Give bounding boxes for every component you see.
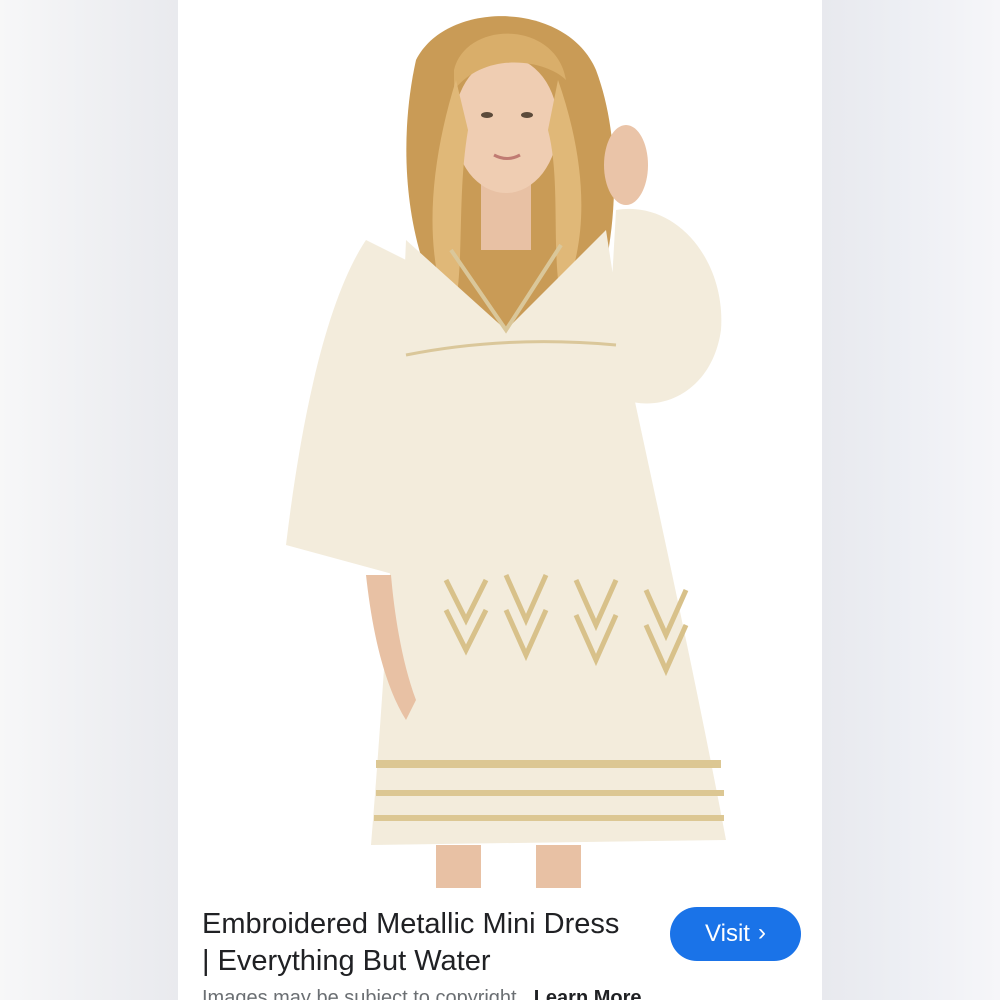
copyright-caption: Images may be subject to copyright. Lear… <box>202 986 802 1000</box>
learn-more-link[interactable]: Learn More <box>534 987 642 1000</box>
visit-label: Visit <box>705 920 750 947</box>
dress-illustration <box>206 0 798 888</box>
result-info: Embroidered Metallic Mini Dress | Everyt… <box>178 888 822 1000</box>
image-preview-card: Embroidered Metallic Mini Dress | Everyt… <box>178 0 822 1000</box>
product-image[interactable] <box>206 0 798 888</box>
result-title[interactable]: Embroidered Metallic Mini Dress | Everyt… <box>202 906 632 980</box>
chevron-right-icon: › <box>757 919 766 946</box>
right-blurred-backdrop <box>822 0 1000 1000</box>
visit-button[interactable]: Visit › <box>670 907 801 961</box>
left-blurred-backdrop <box>0 0 178 1000</box>
copyright-text: Images may be subject to copyright. <box>202 987 523 1000</box>
